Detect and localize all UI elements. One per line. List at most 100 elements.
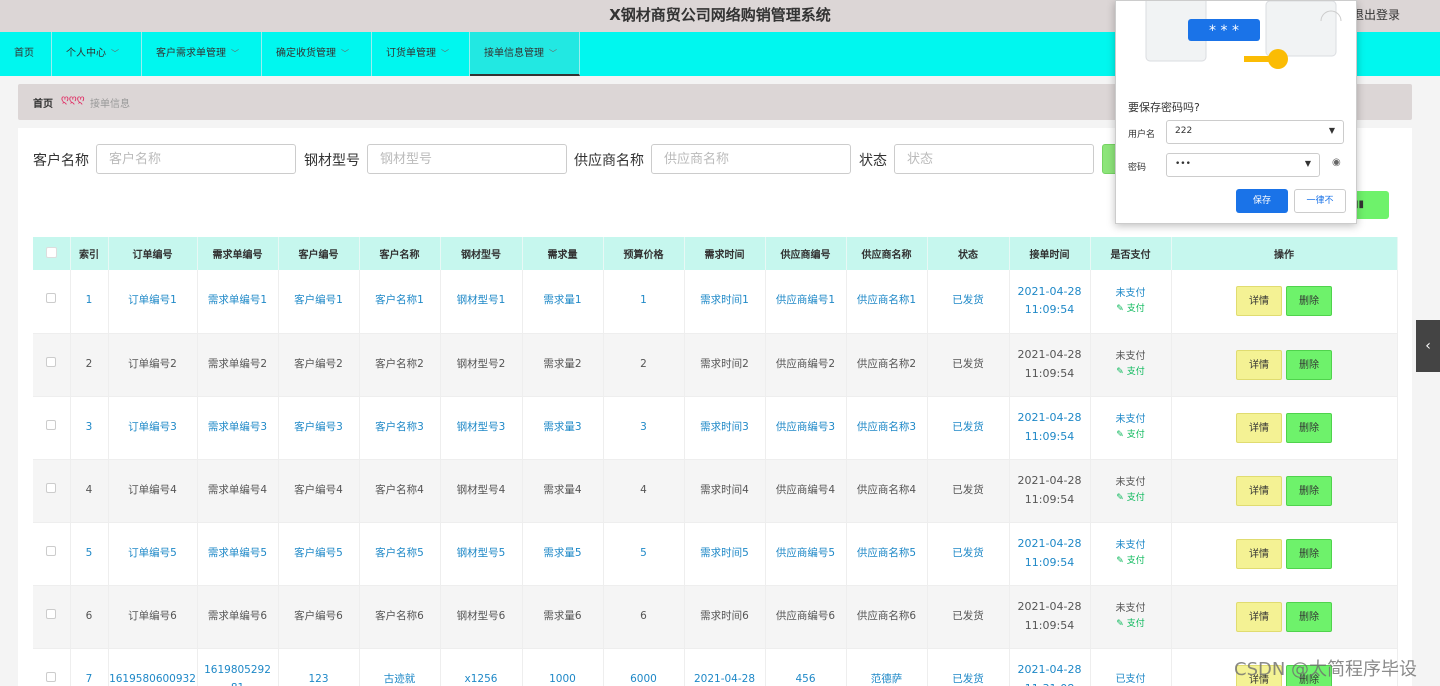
cell-demand-no: 需求单编号6 [197, 585, 279, 649]
cell-order-no: 订单编号5 [108, 522, 198, 586]
select-all-checkbox[interactable] [33, 237, 71, 270]
cell-demand-time: 2021-04-28 [684, 648, 766, 686]
password-value: ••• [1175, 159, 1191, 169]
pay-label: 支付 [1126, 619, 1145, 630]
dropdown-arrow-icon: ▼ [1304, 159, 1311, 168]
cell-paid: 未支付 ✎ 支付 [1090, 396, 1172, 460]
pay-label: 支付 [1126, 367, 1145, 378]
pay-link[interactable]: ✎ 支付 [1091, 302, 1171, 317]
detail-button[interactable]: 详情 [1236, 286, 1282, 317]
cell-quantity: 1000 [522, 648, 604, 686]
column-header: 需求时间 [684, 237, 766, 270]
cell-index: 4 [70, 459, 109, 523]
cell-paid: 未支付 ✎ 支付 [1090, 333, 1172, 397]
row-checkbox[interactable] [33, 648, 71, 686]
cell-demand-no: 1619805292 81 [197, 648, 279, 686]
save-password-button[interactable]: 保存 [1236, 189, 1288, 213]
status-input[interactable] [894, 144, 1094, 174]
customer-name-input[interactable] [96, 144, 296, 174]
cell-budget: 6000 [603, 648, 685, 686]
cell-demand-time: 需求时间5 [684, 522, 766, 586]
cell-demand-no: 需求单编号1 [197, 270, 279, 334]
edit-icon: ✎ [1116, 493, 1124, 504]
eye-icon[interactable]: ◉ [1332, 157, 1341, 168]
cell-customer-name: 古迹就 [359, 648, 441, 686]
detail-button[interactable]: 详情 [1236, 412, 1282, 443]
breadcrumb-current: 接单信息 [90, 99, 130, 110]
cell-supplier-no: 供应商编号4 [765, 459, 847, 523]
cell-order-no: 订单编号1 [108, 270, 198, 334]
nav-item-order-info[interactable]: 接单信息管理 ﹀ [470, 32, 580, 76]
delete-button[interactable]: 删除 [1286, 538, 1332, 569]
cell-customer-name: 客户名称6 [359, 585, 441, 649]
cell-customer-no: 客户编号2 [278, 333, 360, 397]
column-header: 操作 [1171, 237, 1398, 270]
accept-clock: 11:09:54 [1024, 303, 1075, 317]
cell-budget: 3 [603, 396, 685, 460]
cell-steel-model: 钢材型号5 [440, 522, 523, 586]
delete-button[interactable]: 删除 [1286, 349, 1332, 380]
pay-link[interactable]: ✎ 支付 [1091, 617, 1171, 632]
row-checkbox[interactable] [33, 396, 71, 460]
delete-button[interactable]: 删除 [1286, 475, 1332, 506]
table-row: 5 订单编号5 需求单编号5 客户编号5 客户名称5 钢材型号5 需求量5 5 需求时间5 供应商… [33, 522, 1398, 586]
nav-item-home[interactable]: 首页 [0, 32, 52, 76]
detail-button[interactable]: 详情 [1236, 475, 1282, 506]
accept-clock: 11:09:54 [1024, 618, 1075, 632]
pay-link[interactable]: ✎ 支付 [1091, 428, 1171, 443]
pay-link[interactable]: ✎ 支付 [1091, 491, 1171, 506]
watermark: CSDN @太简程序毕设 [1234, 659, 1418, 680]
cell-customer-name: 客户名称4 [359, 459, 441, 523]
row-checkbox[interactable] [33, 459, 71, 523]
logout-link[interactable]: 退出登录 [1352, 6, 1400, 23]
cell-index: 6 [70, 585, 109, 649]
cell-supplier-name: 供应商名称4 [846, 459, 928, 523]
pay-label: 支付 [1126, 430, 1145, 441]
never-save-button[interactable]: 一律不 [1294, 189, 1346, 213]
cell-quantity: 需求量2 [522, 333, 604, 397]
nav-item-customer-demand[interactable]: 客户需求单管理 ﹀ [142, 32, 262, 76]
nav-item-personal-center[interactable]: 个人中心 ﹀ [52, 32, 142, 76]
row-checkbox[interactable] [33, 270, 71, 334]
nav-item-confirm-receipt[interactable]: 确定收货管理 ﹀ [262, 32, 372, 76]
cell-paid: 未支付 ✎ 支付 [1090, 270, 1172, 334]
password-select[interactable]: ••• ▼ [1166, 153, 1320, 177]
cell-steel-model: 钢材型号2 [440, 333, 523, 397]
cell-quantity: 需求量3 [522, 396, 604, 460]
edit-icon: ✎ [1116, 556, 1124, 567]
password-label: 密码 [1128, 163, 1147, 173]
supplier-name-input[interactable] [651, 144, 851, 174]
table-row: 4 订单编号4 需求单编号4 客户编号4 客户名称4 钢材型号4 需求量4 4 需求时间4 供应商… [33, 459, 1398, 523]
detail-button[interactable]: 详情 [1236, 538, 1282, 569]
row-checkbox[interactable] [33, 333, 71, 397]
nav-item-purchase-order[interactable]: 订货单管理 ﹀ [372, 32, 470, 76]
steel-model-input[interactable] [367, 144, 567, 174]
status-label: 状态 [859, 153, 887, 169]
side-panel-toggle[interactable]: ‹ [1416, 320, 1440, 372]
username-select[interactable]: 222 ▼ [1166, 120, 1344, 144]
detail-button[interactable]: 详情 [1236, 349, 1282, 380]
column-header: 客户编号 [278, 237, 360, 270]
detail-button[interactable]: 详情 [1236, 601, 1282, 632]
edit-icon: ✎ [1116, 430, 1124, 441]
row-checkbox[interactable] [33, 522, 71, 586]
cell-demand-time: 需求时间1 [684, 270, 766, 334]
cell-accept-time: 2021-04-28 11:09:54 [1009, 333, 1091, 397]
cell-actions: 详情 删除 [1171, 522, 1398, 586]
accept-date: 2021-04-28 [1017, 284, 1082, 298]
cell-demand-time: 需求时间6 [684, 585, 766, 649]
row-checkbox[interactable] [33, 585, 71, 649]
order-table: 索引 订单编号 需求单编号 客户编号 客户名称 钢材型号 需求量 预算价格 需求… [33, 237, 1398, 686]
delete-button[interactable]: 删除 [1286, 286, 1332, 317]
pay-label: 支付 [1126, 556, 1145, 567]
delete-button[interactable]: 删除 [1286, 601, 1332, 632]
table-row: 6 订单编号6 需求单编号6 客户编号6 客户名称6 钢材型号6 需求量6 6 需求时间6 供应商… [33, 585, 1398, 649]
delete-button[interactable]: 删除 [1286, 412, 1332, 443]
pay-link[interactable]: ✎ 支付 [1091, 554, 1171, 569]
username-label: 用户名 [1128, 130, 1156, 140]
cell-accept-time: 2021-04-28 11:09:54 [1009, 585, 1091, 649]
pay-link[interactable]: ✎ 支付 [1091, 365, 1171, 380]
cell-status: 已发货 [927, 270, 1010, 334]
breadcrumb-home[interactable]: 首页 [33, 95, 53, 110]
paid-status: 未支付 [1115, 477, 1146, 489]
